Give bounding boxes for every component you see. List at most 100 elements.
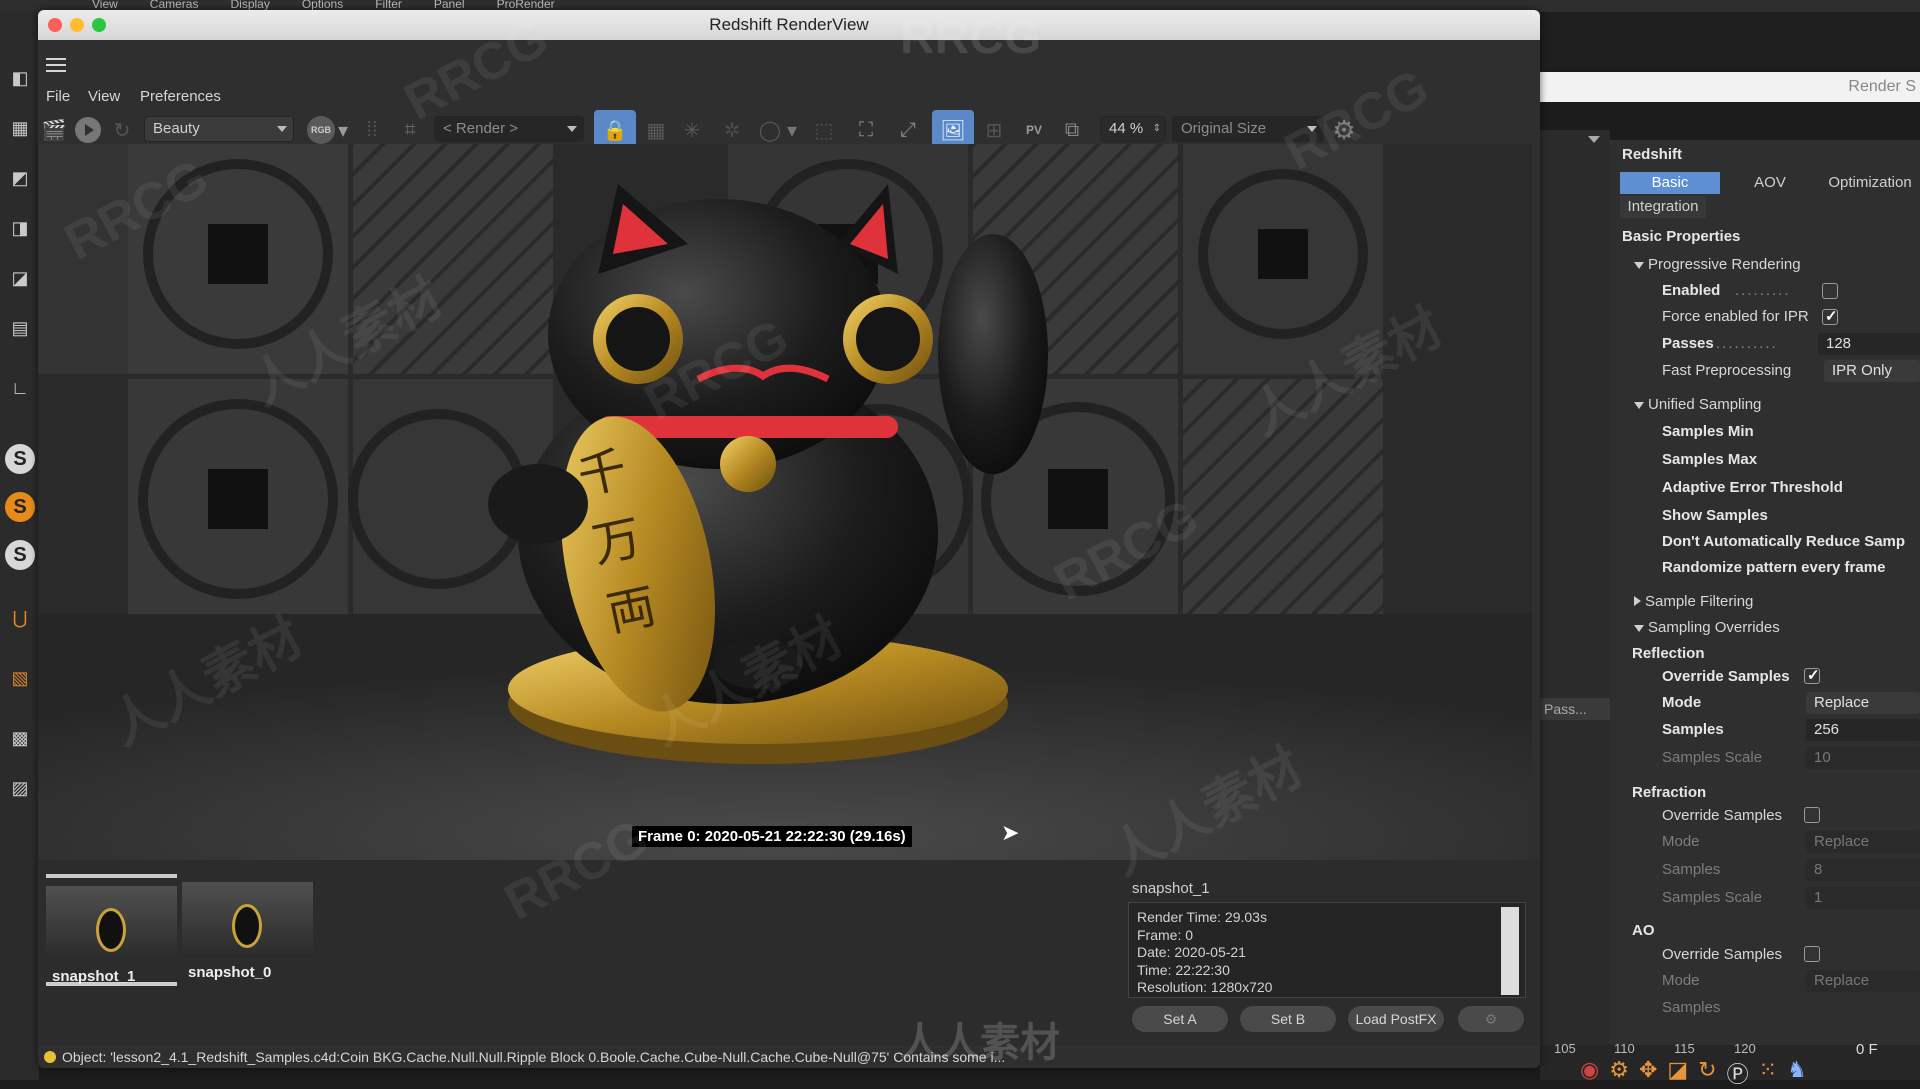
gear-icon[interactable]: ⚙ [1328,114,1360,146]
hamburger-menu-icon[interactable] [46,58,66,74]
copy-icon[interactable]: ⧉ [1056,114,1088,146]
bucket-grid-icon[interactable]: ▦ [640,114,672,146]
fast-preprocessing-select[interactable]: IPR Only [1824,360,1920,382]
load-postfx-button[interactable]: Load PostFX [1348,1006,1444,1032]
reflection-override-label: Override Samples [1662,668,1790,685]
magnet-icon[interactable]: ⋃ [4,602,36,634]
keyframe-icon[interactable]: ⚙ [1609,1057,1629,1089]
size-select[interactable]: Original Size [1172,116,1324,142]
refraction-samples-field[interactable]: 8 [1806,859,1920,881]
axis-icon[interactable]: ∟ [4,372,36,404]
dont-reduce-label: Don't Automatically Reduce Samp [1662,533,1906,550]
cube-icon[interactable]: ◧ [4,62,36,94]
force-ipr-checkbox[interactable] [1822,307,1838,325]
sparkle-icon[interactable]: ✳ [676,114,708,146]
info-scrollbar[interactable] [1501,907,1519,995]
sculpt-icon[interactable]: S [5,444,35,474]
scale-icon[interactable]: ◪ [1667,1057,1688,1089]
rotate-icon[interactable]: ↻ [1698,1057,1716,1089]
clapper-icon[interactable]: 🎬 [38,114,70,146]
refraction-scale-field[interactable]: 1 [1806,887,1920,909]
chevron-down-icon [567,126,577,132]
reflection-override-checkbox[interactable] [1804,666,1820,684]
aov-select[interactable]: Beauty [144,116,294,142]
snapshot-panel: snapshot_1 snapshot_0 snapshot_1 Render … [38,860,1540,1046]
snapshot-thumb[interactable]: snapshot_1 [46,874,177,986]
tab-basic[interactable]: Basic [1620,172,1720,194]
play-icon[interactable] [72,114,104,146]
set-b-button[interactable]: Set B [1240,1006,1336,1032]
tab-integration[interactable]: Integration [1620,196,1706,218]
cube-icon[interactable]: ◩ [4,162,36,194]
settings-gear-icon[interactable]: ⚙ [1458,1006,1524,1032]
minimize-icon[interactable] [70,18,84,32]
pass-button[interactable]: Pass... [1540,698,1610,720]
refresh-icon[interactable]: ↻ [106,114,138,146]
zoom-field[interactable]: 44 % ⇕ [1100,116,1166,142]
snapshot-thumb[interactable]: snapshot_0 [182,874,313,986]
unified-sampling-group[interactable]: Unified Sampling [1634,396,1761,413]
grid-icon[interactable]: ▧ [4,662,36,694]
record-icon[interactable]: ◉ [1580,1057,1599,1089]
region-icon[interactable]: ⬚ [808,114,840,146]
refraction-mode-label: Mode [1662,833,1700,850]
cube-icon[interactable]: ◨ [4,212,36,244]
sample-filtering-group[interactable]: Sample Filtering [1634,593,1753,610]
refraction-override-checkbox[interactable] [1804,807,1820,823]
rgb-channel-icon[interactable]: RGB [306,114,336,146]
info-frame: Frame: 0 [1137,926,1194,943]
size-select-value: Original Size [1181,120,1267,137]
add-snapshot-icon[interactable]: ⊞ [978,114,1010,146]
sparkle-plus-icon[interactable]: ✲ [716,114,748,146]
enabled-checkbox[interactable] [1822,283,1838,299]
leader-dots: .......... [1716,335,1778,352]
cube-icon[interactable]: ◪ [4,262,36,294]
circle-select-icon[interactable]: ◯ [754,114,786,146]
pla-icon[interactable]: ⁙ [1759,1057,1777,1089]
chevron-down-icon[interactable]: ▾ [784,114,800,146]
stepper-icon[interactable]: ⇕ [1153,117,1161,141]
chevron-down-icon[interactable]: ▾ [334,114,352,146]
tab-aov[interactable]: AOV [1720,172,1820,194]
pv-icon[interactable]: PV [1018,114,1050,146]
show-samples-label: Show Samples [1662,507,1768,524]
close-icon[interactable] [48,18,62,32]
set-a-button[interactable]: Set A [1132,1006,1228,1032]
reflection-samples-field[interactable]: 256 [1806,719,1920,741]
render-viewport[interactable]: 千 万 両 Frame 0: 2020-05-21 22:22:30 (29.1… [38,144,1532,860]
param-icon[interactable]: Ⓟ [1727,1057,1749,1089]
host-left-toolbar: ◧ ▦ ◩ ◨ ◪ ▤ ∟ S S S ⋃ ▧ ▩ ▨ [0,12,40,1080]
tab-optimization[interactable]: Optimization [1820,172,1920,194]
passes-field[interactable]: 128 [1818,333,1920,355]
ao-mode-select[interactable]: Replace [1806,970,1920,992]
render-settings-label[interactable]: Render S [1848,78,1916,96]
sculpt-orange-icon[interactable]: S [5,492,35,522]
layer-icon[interactable]: ▤ [4,312,36,344]
reflection-mode-select[interactable]: Replace [1806,692,1920,714]
move-icon[interactable]: ✥ [1639,1057,1657,1089]
crop-icon[interactable]: ⌗ [394,114,426,146]
sculpt-icon[interactable]: S [5,540,35,570]
status-dot-icon [44,1051,56,1063]
zoom-icon[interactable] [92,18,106,32]
refraction-mode-select[interactable]: Replace [1806,831,1920,853]
progressive-rendering-group[interactable]: Progressive Rendering [1634,256,1801,273]
sampling-overrides-group[interactable]: Sampling Overrides [1634,619,1780,636]
snapshot-info-title: snapshot_1 [1132,880,1210,897]
menu-preferences[interactable]: Preferences [140,88,221,105]
snapshot-image [46,886,177,962]
camera-select[interactable]: < Render > [434,116,584,142]
mesh-icon[interactable]: ▨ [4,772,36,804]
menu-view[interactable]: View [88,88,120,105]
motion-icon[interactable]: ♞ [1787,1057,1807,1089]
lock-grid-icon[interactable]: ▩ [4,722,36,754]
checker-icon[interactable]: ▦ [4,112,36,144]
expand-icon[interactable]: ⤢ [892,114,924,146]
chevron-down-icon[interactable] [1588,136,1600,143]
ao-override-checkbox[interactable] [1804,946,1820,962]
grid-icon[interactable]: ⁞⁞ [356,114,388,146]
reflection-scale-field[interactable]: 10 [1806,747,1920,769]
frame-label: Frame 0: 2020-05-21 22:22:30 (29.16s) [632,826,912,847]
menu-file[interactable]: File [46,88,70,105]
fit-icon[interactable]: ⛶ [850,114,882,146]
